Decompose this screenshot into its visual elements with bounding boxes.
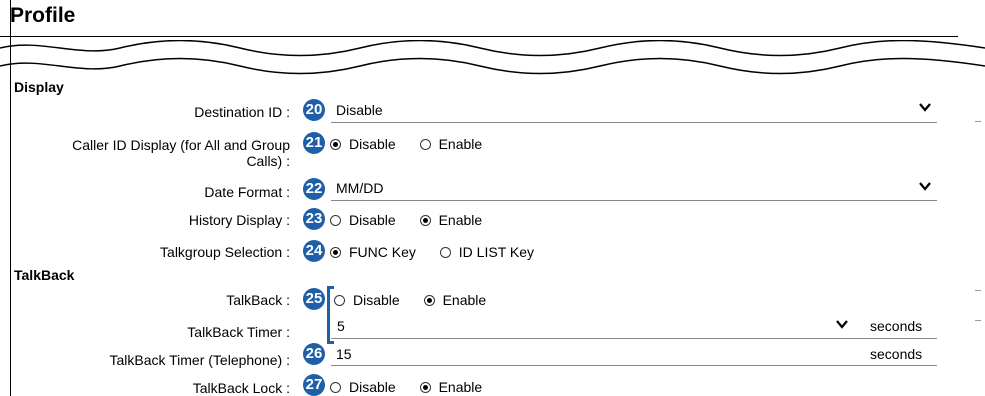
callout-badge: 21 <box>303 132 325 154</box>
radio-label: Enable <box>438 379 483 395</box>
radio-unchecked-icon[interactable] <box>334 294 345 306</box>
callout-badge: 24 <box>303 240 325 262</box>
radio-label: Enable <box>438 212 483 228</box>
chevron-down-icon[interactable] <box>918 179 932 196</box>
talkback-lock-label: TalkBack Lock : <box>192 380 290 396</box>
talkback-radio-group: Disable Enable <box>334 292 506 309</box>
radio-checked-icon[interactable] <box>330 246 341 258</box>
radio-option-id-list-key[interactable]: ID LIST Key <box>439 244 535 260</box>
page-break-wave <box>0 40 985 75</box>
caller-id-label-line1: Caller ID Display (for All and Group <box>72 137 290 153</box>
destination-id-select[interactable]: Disable <box>336 102 383 118</box>
talkgroup-selection-label: Talkgroup Selection : <box>160 244 290 260</box>
radio-unchecked-icon[interactable] <box>330 214 341 226</box>
group-bracket <box>327 286 334 344</box>
tick-mark <box>975 121 981 122</box>
callout-badge: 20 <box>303 99 325 121</box>
talkback-timer-tel-unit: seconds <box>870 346 923 362</box>
radio-option-enable[interactable]: Enable <box>419 136 483 152</box>
title-divider <box>0 36 958 37</box>
talkback-label: TalkBack : <box>226 292 290 308</box>
page-title: Profile <box>10 4 76 27</box>
radio-unchecked-icon[interactable] <box>330 381 341 393</box>
destination-id-label: Destination ID : <box>194 104 290 120</box>
history-display-label: History Display : <box>188 212 290 228</box>
date-format-underline <box>331 200 937 201</box>
radio-option-enable[interactable]: Enable <box>419 212 483 228</box>
radio-label: Enable <box>438 136 483 152</box>
destination-id-underline <box>331 122 937 123</box>
talkback-timer-underline <box>331 338 937 339</box>
radio-unchecked-icon[interactable] <box>419 138 431 150</box>
radio-checked-icon[interactable] <box>330 138 341 150</box>
tick-mark <box>975 320 981 321</box>
radio-option-disable[interactable]: Disable <box>330 379 396 395</box>
radio-label: Enable <box>442 292 487 308</box>
history-display-radio-group: Disable Enable <box>330 212 502 229</box>
radio-option-enable[interactable]: Enable <box>423 292 487 308</box>
callout-badge: 27 <box>303 374 325 396</box>
radio-checked-icon[interactable] <box>419 214 431 226</box>
caller-id-label-line2: Calls) : <box>246 153 290 169</box>
radio-checked-icon[interactable] <box>419 381 431 393</box>
chevron-down-icon[interactable] <box>918 100 932 117</box>
talkback-timer-tel-underline <box>331 365 937 366</box>
radio-label: Disable <box>349 136 396 152</box>
talkback-timer-tel-label: TalkBack Timer (Telephone) : <box>109 352 290 368</box>
radio-checked-icon[interactable] <box>423 294 435 306</box>
section-talkback: TalkBack <box>14 267 75 283</box>
radio-option-disable[interactable]: Disable <box>330 136 396 152</box>
radio-label: FUNC Key <box>349 244 416 260</box>
tick-mark <box>975 290 981 291</box>
radio-label: Disable <box>349 379 396 395</box>
talkback-timer-label: TalkBack Timer : <box>187 324 290 340</box>
caller-id-label: Caller ID Display (for All and Group Cal… <box>0 137 290 169</box>
callout-badge: 22 <box>303 178 325 200</box>
section-display: Display <box>14 79 64 95</box>
callout-badge: 26 <box>303 343 325 365</box>
radio-option-enable[interactable]: Enable <box>419 379 483 395</box>
callout-badge: 23 <box>303 208 325 230</box>
caller-id-radio-group: Disable Enable <box>330 136 502 153</box>
talkgroup-selection-radio-group: FUNC Key ID LIST Key <box>330 244 554 261</box>
callout-badge: 25 <box>303 288 325 310</box>
radio-label: Disable <box>349 212 396 228</box>
radio-label: ID LIST Key <box>458 244 535 260</box>
chevron-down-icon[interactable] <box>835 317 849 334</box>
date-format-select[interactable]: MM/DD <box>336 180 383 196</box>
radio-unchecked-icon[interactable] <box>439 246 451 258</box>
talkback-timer-tel-input[interactable]: 15 <box>336 346 352 362</box>
talkback-lock-radio-group: Disable Enable <box>330 379 502 396</box>
radio-option-disable[interactable]: Disable <box>334 292 400 308</box>
date-format-label: Date Format : <box>204 184 290 200</box>
radio-option-disable[interactable]: Disable <box>330 212 396 228</box>
radio-option-func-key[interactable]: FUNC Key <box>330 244 416 260</box>
radio-label: Disable <box>353 292 400 308</box>
talkback-timer-select[interactable]: 5 <box>337 318 345 334</box>
talkback-timer-unit: seconds <box>870 318 923 334</box>
